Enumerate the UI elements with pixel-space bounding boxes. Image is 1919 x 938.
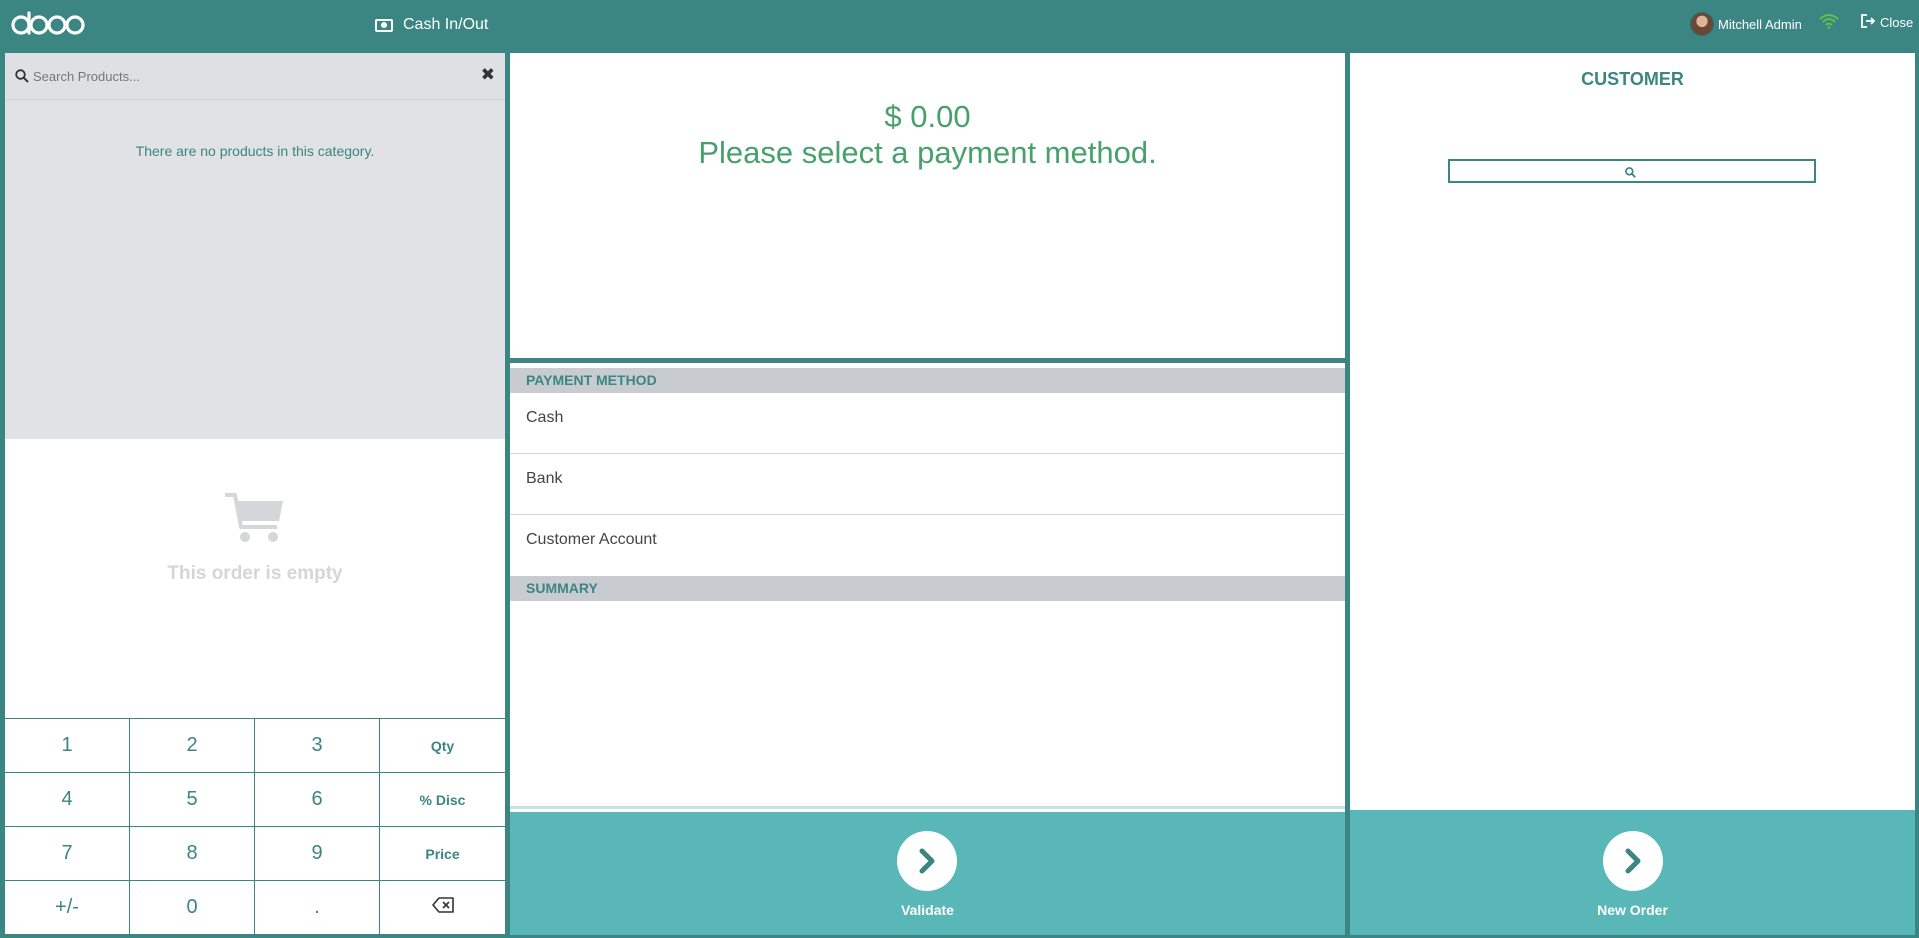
payment-summary — [510, 602, 1345, 809]
summary-header: SUMMARY — [510, 576, 1345, 601]
total-due-amount: $ 0.00 — [884, 99, 971, 134]
payment-method-cash[interactable]: Cash — [510, 393, 1345, 454]
numpad-key-1[interactable]: 1 — [5, 719, 130, 773]
top-bar: Cash In/Out Mitchell Admin Close — [0, 0, 1919, 51]
validate-button[interactable]: Validate — [510, 812, 1345, 935]
numpad-key-6[interactable]: 6 — [255, 773, 380, 827]
empty-order-message: This order is empty — [167, 563, 343, 584]
numpad-key-3[interactable]: 3 — [255, 719, 380, 773]
payment-method-header: PAYMENT METHOD — [510, 368, 1345, 393]
customer-title: CUSTOMER — [1581, 69, 1684, 89]
user-menu[interactable]: Mitchell Admin — [1690, 12, 1802, 36]
customer-search-input[interactable] — [1448, 159, 1816, 183]
qty-mode-button[interactable]: Qty — [380, 719, 505, 773]
numpad-key-9[interactable]: 9 — [255, 827, 380, 881]
payment-status: $ 0.00 Please select a payment method. — [510, 53, 1345, 363]
discount-mode-button[interactable]: % Disc — [380, 773, 505, 827]
plus-minus-button[interactable]: +/- — [5, 881, 130, 935]
product-list: There are no products in this category. — [5, 100, 505, 439]
chevron-right-icon — [1603, 831, 1663, 891]
numpad-key-8[interactable]: 8 — [130, 827, 255, 881]
user-name: Mitchell Admin — [1718, 16, 1802, 32]
numpad-key-2[interactable]: 2 — [130, 719, 255, 773]
shopping-cart-icon — [223, 491, 285, 550]
decimal-point-button[interactable]: . — [255, 881, 380, 935]
close-label: Close — [1880, 15, 1914, 30]
chevron-right-icon — [897, 831, 957, 891]
cash-in-out-button[interactable]: Cash In/Out — [375, 14, 488, 36]
payment-method-customer-account[interactable]: Customer Account — [510, 515, 1345, 576]
clear-search-icon[interactable]: ✖ — [481, 65, 495, 85]
numpad-key-4[interactable]: 4 — [5, 773, 130, 827]
cash-in-out-label: Cash In/Out — [403, 16, 489, 33]
price-mode-button[interactable]: Price — [380, 827, 505, 881]
numpad-key-5[interactable]: 5 — [130, 773, 255, 827]
payment-method-bank[interactable]: Bank — [510, 454, 1345, 515]
validate-label: Validate — [901, 902, 954, 918]
numpad: 1 2 3 Qty 4 5 6 % Disc 7 8 9 Price +/- 0… — [5, 718, 505, 935]
payment-pane: $ 0.00 Please select a payment method. P… — [510, 53, 1345, 935]
numpad-key-7[interactable]: 7 — [5, 827, 130, 881]
search-icon — [1625, 165, 1636, 183]
product-order-pane: ✖ There are no products in this category… — [5, 53, 505, 935]
numpad-key-0[interactable]: 0 — [130, 881, 255, 935]
close-button[interactable]: Close — [1860, 14, 1913, 31]
sign-out-icon — [1860, 14, 1876, 31]
odoo-logo — [10, 11, 86, 42]
product-search-bar: ✖ — [5, 53, 505, 100]
backspace-button[interactable] — [380, 881, 505, 935]
wifi-icon — [1818, 13, 1840, 34]
customer-pane: CUSTOMER New Order — [1350, 53, 1915, 935]
avatar — [1690, 12, 1714, 36]
new-order-button[interactable]: New Order — [1350, 810, 1915, 935]
product-search-input[interactable] — [33, 65, 463, 87]
search-icon — [15, 69, 29, 88]
money-icon — [375, 18, 393, 32]
payment-instruction: Please select a payment method. — [698, 135, 1157, 170]
new-order-label: New Order — [1597, 902, 1668, 918]
backspace-icon — [431, 896, 454, 919]
no-products-message: There are no products in this category. — [135, 143, 375, 159]
